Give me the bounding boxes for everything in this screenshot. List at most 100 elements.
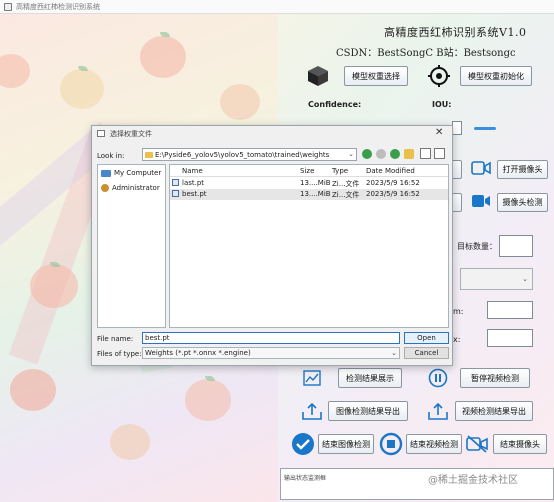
leaf-decor bbox=[205, 376, 215, 381]
file-type-label: Files of type: bbox=[97, 350, 142, 358]
target-select[interactable]: ⌄ bbox=[460, 268, 533, 290]
target-icon bbox=[428, 65, 450, 87]
model-select-button[interactable]: 模型权重选择 bbox=[344, 66, 408, 86]
upload-icon bbox=[428, 402, 448, 420]
detail-view-icon[interactable] bbox=[434, 148, 445, 159]
file-icon bbox=[172, 179, 179, 186]
file-name-value: best.pt bbox=[145, 334, 170, 342]
open-button[interactable]: Open bbox=[404, 332, 449, 344]
open-camera-button[interactable]: 打开摄像头 bbox=[497, 160, 548, 179]
apple-decor bbox=[185, 379, 231, 421]
chart-icon bbox=[303, 370, 321, 386]
file-type: Zi...文件 bbox=[332, 180, 360, 188]
leaf-decor bbox=[50, 262, 60, 267]
column-header-date[interactable]: Date Modified bbox=[366, 167, 415, 175]
author-info: CSDN：BestSongC B站：Bestsongc bbox=[336, 48, 516, 59]
chevron-down-icon: ⌄ bbox=[348, 150, 354, 158]
file-list-header: Name Size Type Date Modified bbox=[170, 165, 448, 177]
forward-icon[interactable] bbox=[376, 149, 386, 159]
file-row-best[interactable]: best.pt 13....MiB Zi...文件 2023/5/9 16:52 bbox=[170, 189, 448, 200]
app-title: 高精度西红柿识别系统V1.0 bbox=[384, 26, 527, 39]
file-name-input[interactable]: best.pt bbox=[142, 332, 400, 344]
sidebar-places: My Computer Administrator bbox=[97, 164, 166, 328]
partial-label-x: x: bbox=[453, 335, 461, 344]
computer-icon bbox=[101, 169, 111, 177]
folder-icon bbox=[145, 152, 153, 158]
apple-decor bbox=[220, 84, 260, 120]
column-header-name[interactable]: Name bbox=[182, 167, 203, 175]
close-icon[interactable]: ✕ bbox=[435, 127, 443, 138]
export-video-button[interactable]: 视频检测结果导出 bbox=[455, 401, 533, 421]
file-name: best.pt bbox=[182, 190, 207, 198]
file-row-last[interactable]: last.pt 13....MiB Zi...文件 2023/5/9 16:52 bbox=[170, 178, 448, 189]
apple-decor bbox=[10, 369, 56, 411]
app-icon bbox=[4, 3, 12, 11]
confidence-label: Confidence: bbox=[308, 100, 362, 109]
file-name: last.pt bbox=[182, 179, 205, 187]
file-name-label: File name: bbox=[97, 335, 134, 343]
iou-spinbox[interactable] bbox=[452, 121, 462, 135]
chevron-down-icon: ⌄ bbox=[522, 275, 528, 283]
apple-decor bbox=[30, 264, 78, 308]
model-init-button[interactable]: 模型权重初始化 bbox=[460, 66, 532, 86]
cube-icon bbox=[308, 66, 328, 86]
iou-slider[interactable] bbox=[474, 127, 496, 130]
chevron-down-icon: ⌄ bbox=[391, 349, 397, 357]
end-video-button[interactable]: 结束视频检测 bbox=[406, 434, 462, 454]
apple-decor bbox=[0, 54, 30, 88]
window-titlebar: 高精度西红柿检测识别系统 bbox=[0, 0, 554, 14]
status-label: 输出状态监测框 bbox=[284, 475, 327, 482]
path-value: E:\Pyside6_yolov5\yolov5_tomato\trained\… bbox=[155, 150, 330, 159]
dialog-title: 选择权重文件 bbox=[110, 130, 152, 138]
coord-box-2 bbox=[487, 329, 533, 347]
apple-decor bbox=[140, 36, 186, 78]
file-dialog: 选择权重文件 ✕ Look in: E:\Pyside6_yolov5\yolo… bbox=[91, 125, 453, 366]
sidebar-item-label: My Computer bbox=[114, 169, 162, 177]
end-camera-button[interactable]: 结束摄像头 bbox=[493, 434, 547, 454]
path-combobox[interactable]: E:\Pyside6_yolov5\yolov5_tomato\trained\… bbox=[142, 148, 357, 161]
apple-decor bbox=[110, 424, 150, 460]
upload-icon bbox=[302, 402, 322, 420]
up-folder-icon[interactable] bbox=[390, 149, 400, 159]
window-title: 高精度西红柿检测识别系统 bbox=[16, 2, 100, 11]
watermark: @稀土掘金技术社区 bbox=[428, 475, 518, 486]
file-icon bbox=[172, 190, 179, 197]
file-type: Zi...文件 bbox=[332, 191, 360, 199]
target-count-label: 目标数量： bbox=[457, 242, 497, 251]
cancel-button[interactable]: Cancel bbox=[404, 347, 449, 359]
apple-decor bbox=[60, 69, 104, 109]
column-header-size[interactable]: Size bbox=[300, 167, 314, 175]
look-in-label: Look in: bbox=[97, 152, 125, 160]
file-size: 13....MiB bbox=[300, 190, 331, 198]
result-show-button[interactable]: 检测结果展示 bbox=[338, 368, 402, 388]
file-date: 2023/5/9 16:52 bbox=[366, 179, 420, 187]
coord-box-1 bbox=[487, 301, 533, 319]
check-circle-icon bbox=[292, 433, 314, 455]
iou-label: IOU: bbox=[432, 100, 452, 109]
file-size: 13....MiB bbox=[300, 179, 331, 187]
camera-outline-icon bbox=[471, 161, 491, 175]
pause-video-button[interactable]: 暂停视频检测 bbox=[460, 368, 530, 388]
new-folder-icon[interactable] bbox=[404, 149, 414, 159]
file-list: Name Size Type Date Modified last.pt 13.… bbox=[169, 164, 449, 328]
target-count-box bbox=[499, 235, 533, 257]
user-icon bbox=[101, 184, 109, 192]
export-image-button[interactable]: 图像检测结果导出 bbox=[328, 401, 408, 421]
sidebar-item-administrator[interactable]: Administrator bbox=[101, 184, 160, 192]
back-icon[interactable] bbox=[362, 149, 372, 159]
camera-filled-icon bbox=[472, 195, 490, 207]
partial-label-m: m: bbox=[453, 307, 464, 316]
camera-off-icon bbox=[466, 435, 488, 453]
dialog-app-icon bbox=[97, 130, 105, 137]
file-type-select[interactable]: Weights (*.pt *.onnx *.engine) ⌄ bbox=[142, 347, 400, 359]
pause-icon bbox=[428, 368, 448, 388]
sidebar-item-label: Administrator bbox=[112, 184, 160, 192]
end-image-button[interactable]: 结束图像检测 bbox=[318, 434, 374, 454]
leaf-decor bbox=[160, 32, 170, 37]
camera-detect-button[interactable]: 摄像头检测 bbox=[497, 193, 548, 212]
list-view-icon[interactable] bbox=[420, 148, 431, 159]
file-date: 2023/5/9 16:52 bbox=[366, 190, 420, 198]
leaf-decor bbox=[78, 66, 88, 71]
column-header-type[interactable]: Type bbox=[332, 167, 348, 175]
sidebar-item-my-computer[interactable]: My Computer bbox=[101, 169, 161, 177]
